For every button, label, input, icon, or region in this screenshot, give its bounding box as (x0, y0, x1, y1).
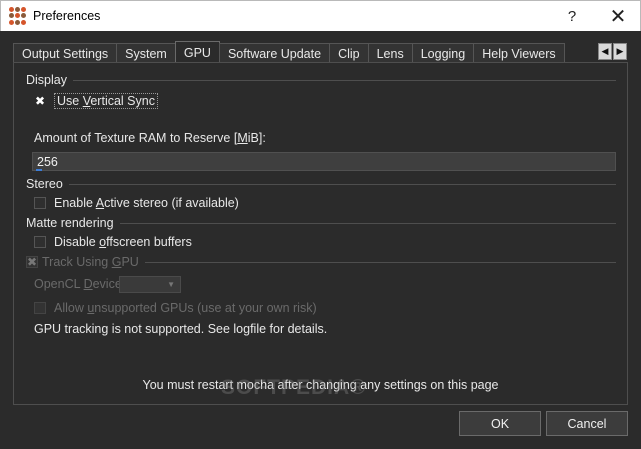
app-icon (9, 7, 27, 25)
vsync-label: Use Vertical Sync (54, 93, 158, 109)
tab-clip[interactable]: Clip (329, 43, 369, 63)
section-matte-rendering: Matte rendering (26, 216, 616, 230)
tab-logging[interactable]: Logging (411, 43, 475, 63)
opencl-device-select: ▼ (119, 276, 181, 293)
tab-lens[interactable]: Lens (367, 43, 413, 63)
tab-system[interactable]: System (116, 43, 176, 63)
gpu-status-message: GPU tracking is not supported. See logfi… (34, 322, 328, 336)
section-track-using-gpu: ✖ Track Using GPU (26, 255, 616, 269)
chevron-down-icon: ▼ (167, 280, 175, 289)
tab-gpu[interactable]: GPU (174, 41, 220, 63)
texture-ram-value: 256 (37, 154, 58, 169)
section-display-label: Display (26, 73, 67, 87)
tab-scroll-arrows: ◀ ▶ (598, 43, 628, 60)
gpu-settings-panel (13, 62, 628, 405)
offscreen-buffers-label: Disable offscreen buffers (54, 235, 192, 249)
track-gpu-label: Track Using GPU (42, 255, 139, 269)
ok-button[interactable]: OK (459, 411, 541, 436)
allow-unsupported-checkbox (34, 302, 46, 314)
vsync-checkbox[interactable]: ✖ (34, 95, 46, 107)
texture-ram-input[interactable]: 256 (32, 152, 616, 171)
window-title: Preferences (33, 9, 101, 23)
cancel-button[interactable]: Cancel (546, 411, 628, 436)
texture-ram-label: Amount of Texture RAM to Reserve [MiB]: (34, 131, 266, 145)
allow-unsupported-label: Allow unsupported GPUs (use at your own … (54, 301, 317, 315)
watermark: SOFTPEDIA® (221, 376, 367, 399)
allow-unsupported-option: Allow unsupported GPUs (use at your own … (34, 301, 317, 315)
section-display: Display (26, 73, 616, 87)
title-bar: Preferences ? ✕ (0, 0, 641, 31)
section-matte-label: Matte rendering (26, 216, 114, 230)
close-button[interactable]: ✕ (595, 1, 641, 32)
section-stereo-label: Stereo (26, 177, 63, 191)
tab-help-viewers[interactable]: Help Viewers (473, 43, 565, 63)
section-stereo: Stereo (26, 177, 616, 191)
offscreen-buffers-checkbox[interactable] (34, 236, 46, 248)
track-gpu-checkbox: ✖ (26, 255, 38, 269)
active-stereo-checkbox[interactable] (34, 197, 46, 209)
help-button[interactable]: ? (549, 1, 595, 32)
input-focus-indicator (36, 169, 42, 171)
tab-bar: Output Settings System GPU Software Upda… (13, 41, 565, 63)
tab-scroll-left-icon[interactable]: ◀ (598, 43, 612, 60)
tab-scroll-right-icon[interactable]: ▶ (613, 43, 627, 60)
active-stereo-label: Enable Active stereo (if available) (54, 196, 239, 210)
opencl-device-label: OpenCL Device (34, 277, 122, 291)
active-stereo-option[interactable]: Enable Active stereo (if available) (34, 196, 239, 210)
offscreen-buffers-option[interactable]: Disable offscreen buffers (34, 235, 192, 249)
vsync-option[interactable]: ✖ Use Vertical Sync (34, 93, 158, 109)
tab-software-update[interactable]: Software Update (218, 43, 331, 63)
tab-output-settings[interactable]: Output Settings (13, 43, 118, 63)
